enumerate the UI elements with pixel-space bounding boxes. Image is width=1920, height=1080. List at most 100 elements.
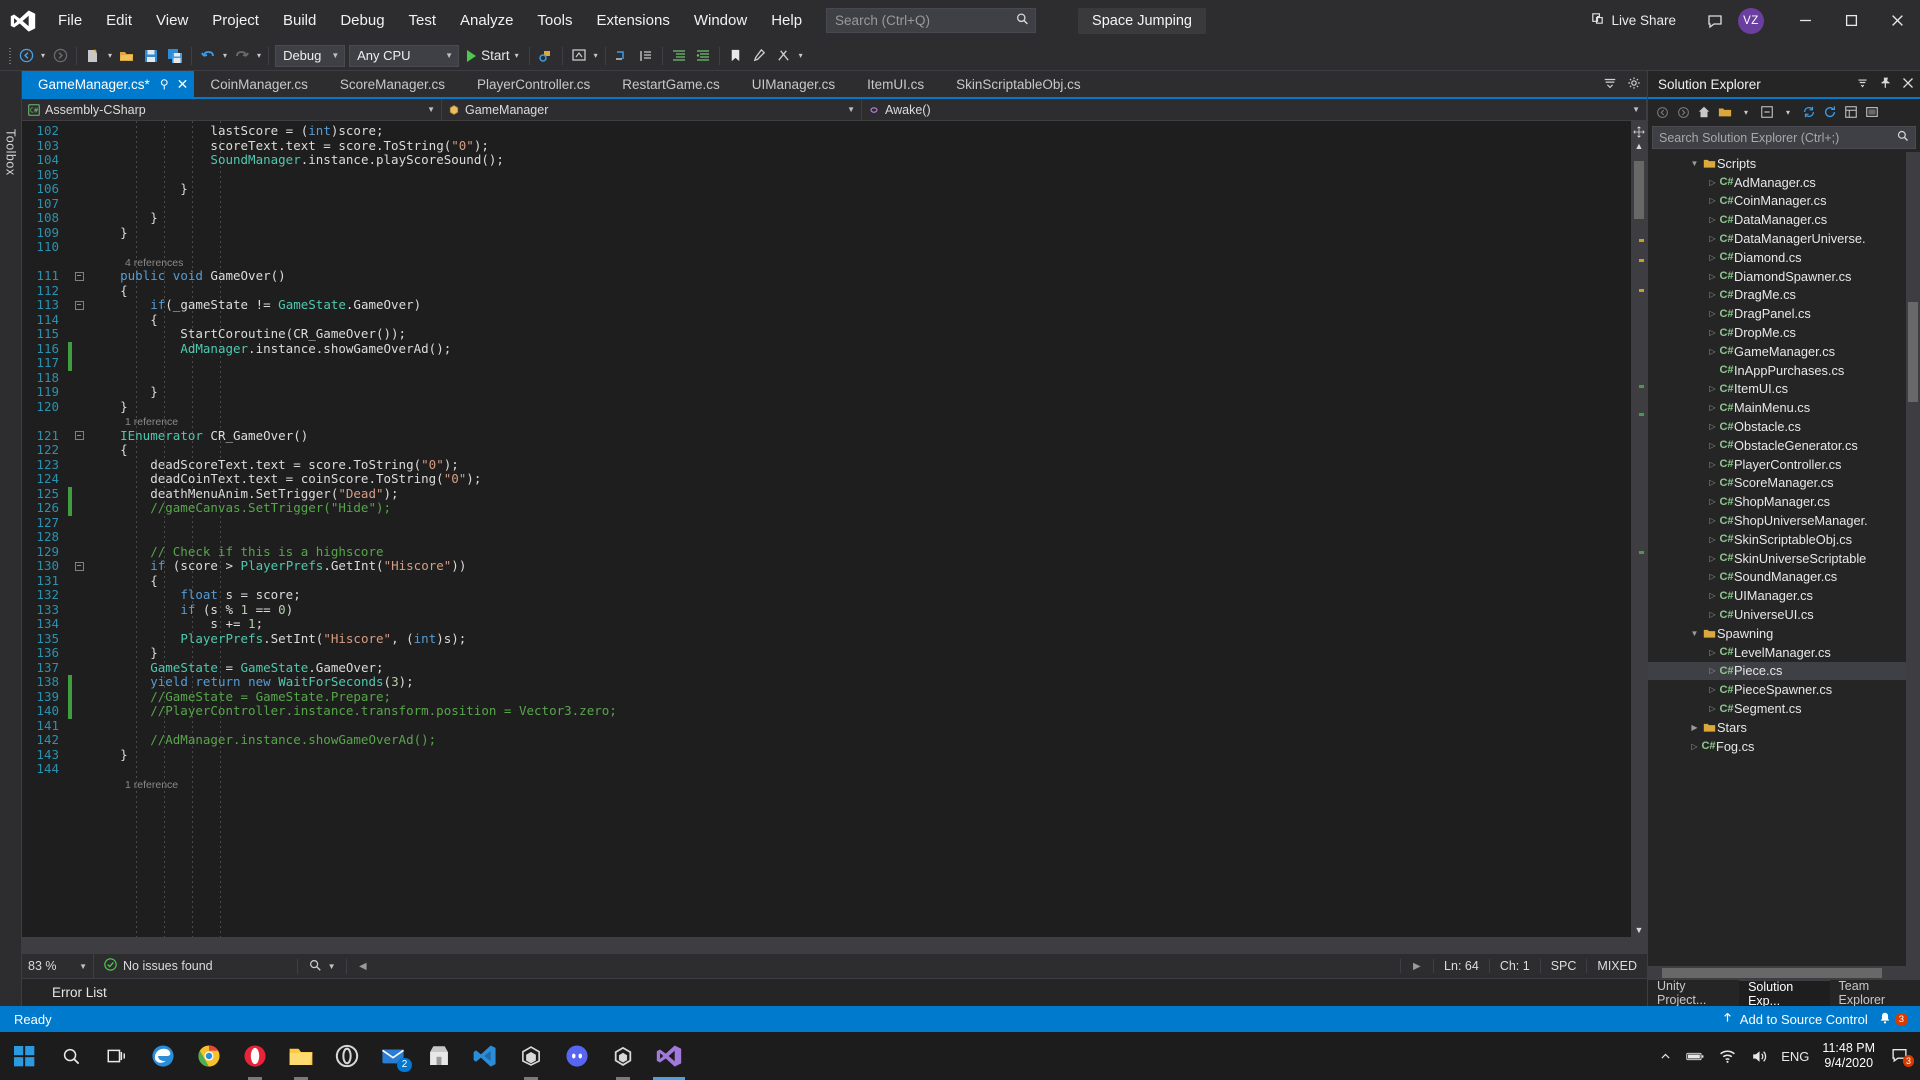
- step-over-icon[interactable]: [634, 44, 658, 68]
- chevron-right-icon[interactable]: ▷: [1706, 572, 1719, 581]
- show-all-files-icon[interactable]: [1715, 102, 1735, 122]
- account-avatar[interactable]: VZ: [1738, 7, 1764, 34]
- toolbar-grip[interactable]: [6, 47, 14, 65]
- collapse-icon[interactable]: −: [74, 300, 84, 310]
- chevron-right-icon[interactable]: ▷: [1706, 422, 1719, 431]
- navigate-back-icon[interactable]: [14, 44, 38, 68]
- chevron-right-icon[interactable]: ▷: [1706, 648, 1719, 657]
- tab-restartgame[interactable]: RestartGame.cs: [606, 71, 736, 97]
- chevron-down-icon[interactable]: ▼: [1688, 159, 1701, 168]
- undo-dropdown[interactable]: ▾: [220, 44, 230, 68]
- issues-status[interactable]: No issues found: [94, 954, 223, 978]
- new-project-icon[interactable]: [81, 44, 105, 68]
- tree-file-row[interactable]: ▷ C# SkinScriptableObj.cs: [1648, 530, 1920, 549]
- taskbar-chrome-icon[interactable]: [186, 1032, 232, 1080]
- battery-icon[interactable]: [1679, 1032, 1712, 1080]
- chevron-right-icon[interactable]: ▷: [1706, 685, 1719, 694]
- windows-start-icon[interactable]: [0, 1032, 48, 1080]
- open-file-icon[interactable]: [115, 44, 139, 68]
- back-icon[interactable]: [1652, 102, 1672, 122]
- tree-folder-row[interactable]: ▼ Spawning: [1648, 624, 1920, 643]
- undo-icon[interactable]: [196, 44, 220, 68]
- codelens-reference-count[interactable]: 1 reference: [90, 416, 178, 428]
- tree-file-row[interactable]: ▷ C# UniverseUI.cs: [1648, 605, 1920, 624]
- solution-tree-hscrollbar[interactable]: [1648, 966, 1920, 980]
- tree-file-row[interactable]: ▷ C# DragPanel.cs: [1648, 304, 1920, 323]
- editor-vertical-scrollbar[interactable]: ▲ ▼: [1631, 121, 1647, 937]
- outdent-icon[interactable]: [691, 44, 715, 68]
- close-button[interactable]: [1874, 0, 1920, 41]
- menu-edit[interactable]: Edit: [94, 0, 144, 41]
- menu-build[interactable]: Build: [271, 0, 328, 41]
- navigate-back-dropdown[interactable]: ▾: [38, 44, 48, 68]
- tree-folder-row[interactable]: ▶ Stars: [1648, 718, 1920, 737]
- tab-gamemanager[interactable]: GameManager.cs* ⚲ ✕: [22, 71, 195, 97]
- tree-file-row[interactable]: ▷ C# Fog.cs: [1648, 737, 1920, 756]
- tree-file-row[interactable]: ▷ C# UIManager.cs: [1648, 586, 1920, 605]
- chevron-right-icon[interactable]: ▷: [1706, 309, 1719, 318]
- tab-playercontroller[interactable]: PlayerController.cs: [461, 71, 606, 97]
- taskbar-opera-gx-icon[interactable]: [324, 1032, 370, 1080]
- menu-extensions[interactable]: Extensions: [584, 0, 681, 41]
- collapse-icon[interactable]: −: [74, 561, 84, 571]
- chevron-right-icon[interactable]: ▷: [1706, 535, 1719, 544]
- chevron-right-icon[interactable]: ▷: [1706, 591, 1719, 600]
- scroll-down-arrow[interactable]: ▼: [1631, 925, 1647, 935]
- save-icon[interactable]: [139, 44, 163, 68]
- home-icon[interactable]: [1694, 102, 1714, 122]
- new-project-dropdown[interactable]: ▾: [105, 44, 115, 68]
- scrollbar-thumb[interactable]: [1634, 161, 1644, 219]
- tree-file-row[interactable]: ▷ C# SoundManager.cs: [1648, 568, 1920, 587]
- taskbar-file-explorer-icon[interactable]: [278, 1032, 324, 1080]
- menu-view[interactable]: View: [144, 0, 200, 41]
- chevron-right-icon[interactable]: ▷: [1706, 215, 1719, 224]
- pin-icon[interactable]: ⚲: [160, 77, 169, 91]
- chevron-right-icon[interactable]: ▷: [1706, 328, 1719, 337]
- sync-icon[interactable]: [1799, 102, 1819, 122]
- tree-file-row[interactable]: ▷ C# DiamondSpawner.cs: [1648, 267, 1920, 286]
- tree-file-row[interactable]: ▷ C# CoinManager.cs: [1648, 192, 1920, 211]
- chevron-right-icon[interactable]: ▷: [1706, 441, 1719, 450]
- codelens-reference-count[interactable]: 1 reference: [90, 779, 178, 791]
- tree-file-row[interactable]: ▷ C# ObstacleGenerator.cs: [1648, 436, 1920, 455]
- platform-combo[interactable]: Any CPU ▼: [349, 44, 460, 67]
- hot-reload-icon[interactable]: [534, 44, 558, 68]
- chevron-right-icon[interactable]: ▷: [1706, 253, 1719, 262]
- quick-search-box[interactable]: Search (Ctrl+Q): [826, 8, 1037, 33]
- chevron-right-icon[interactable]: ▷: [1706, 666, 1719, 675]
- taskbar-unity-icon[interactable]: [600, 1032, 646, 1080]
- chevron-right-icon[interactable]: ▷: [1688, 742, 1701, 751]
- scrollbar-thumb[interactable]: [1908, 302, 1918, 402]
- step-into-icon[interactable]: [610, 44, 634, 68]
- tree-file-row[interactable]: ▷ C# SkinUniverseScriptable: [1648, 549, 1920, 568]
- minimize-button[interactable]: [1782, 0, 1828, 41]
- scrollbar-thumb[interactable]: [1662, 968, 1882, 978]
- tree-file-row[interactable]: ▷ C# LevelManager.cs: [1648, 643, 1920, 662]
- gear-icon[interactable]: [1627, 76, 1641, 93]
- tab-scoremanager[interactable]: ScoreManager.cs: [324, 71, 461, 97]
- bookmark-icon[interactable]: [724, 44, 748, 68]
- fold-toggle[interactable]: −: [72, 269, 86, 284]
- taskbar-clock[interactable]: 11:48 PM 9/4/2020: [1816, 1041, 1885, 1071]
- tree-file-row[interactable]: ▷ C# AdManager.cs: [1648, 173, 1920, 192]
- wrench-icon[interactable]: [748, 44, 772, 68]
- chevron-right-icon[interactable]: ▶: [1688, 723, 1701, 732]
- notifications-button[interactable]: 3: [1878, 1011, 1908, 1028]
- tree-file-row[interactable]: C# InAppPurchases.cs: [1648, 361, 1920, 380]
- close-icon[interactable]: ✕: [177, 76, 189, 93]
- chevron-right-icon[interactable]: ▷: [1706, 272, 1719, 281]
- tree-file-row[interactable]: ▷ C# Diamond.cs: [1648, 248, 1920, 267]
- split-view-handle[interactable]: [1631, 125, 1647, 139]
- tree-file-row[interactable]: ▷ C# DataManagerUniverse.: [1648, 229, 1920, 248]
- chevron-right-icon[interactable]: ▷: [1706, 403, 1719, 412]
- scroll-left-arrow[interactable]: ◄: [347, 954, 379, 978]
- taskbar-search-icon[interactable]: [48, 1032, 94, 1080]
- tool-icon[interactable]: [772, 44, 796, 68]
- menu-project[interactable]: Project: [200, 0, 271, 41]
- chevron-right-icon[interactable]: ▷: [1706, 704, 1719, 713]
- window-layout-dropdown[interactable]: ▾: [591, 44, 601, 68]
- tree-file-row[interactable]: ▷ C# ShopManager.cs: [1648, 492, 1920, 511]
- action-center-icon[interactable]: 3: [1885, 1046, 1920, 1067]
- redo-dropdown[interactable]: ▾: [254, 44, 264, 68]
- tree-file-row[interactable]: ▷ C# PieceSpawner.cs: [1648, 680, 1920, 699]
